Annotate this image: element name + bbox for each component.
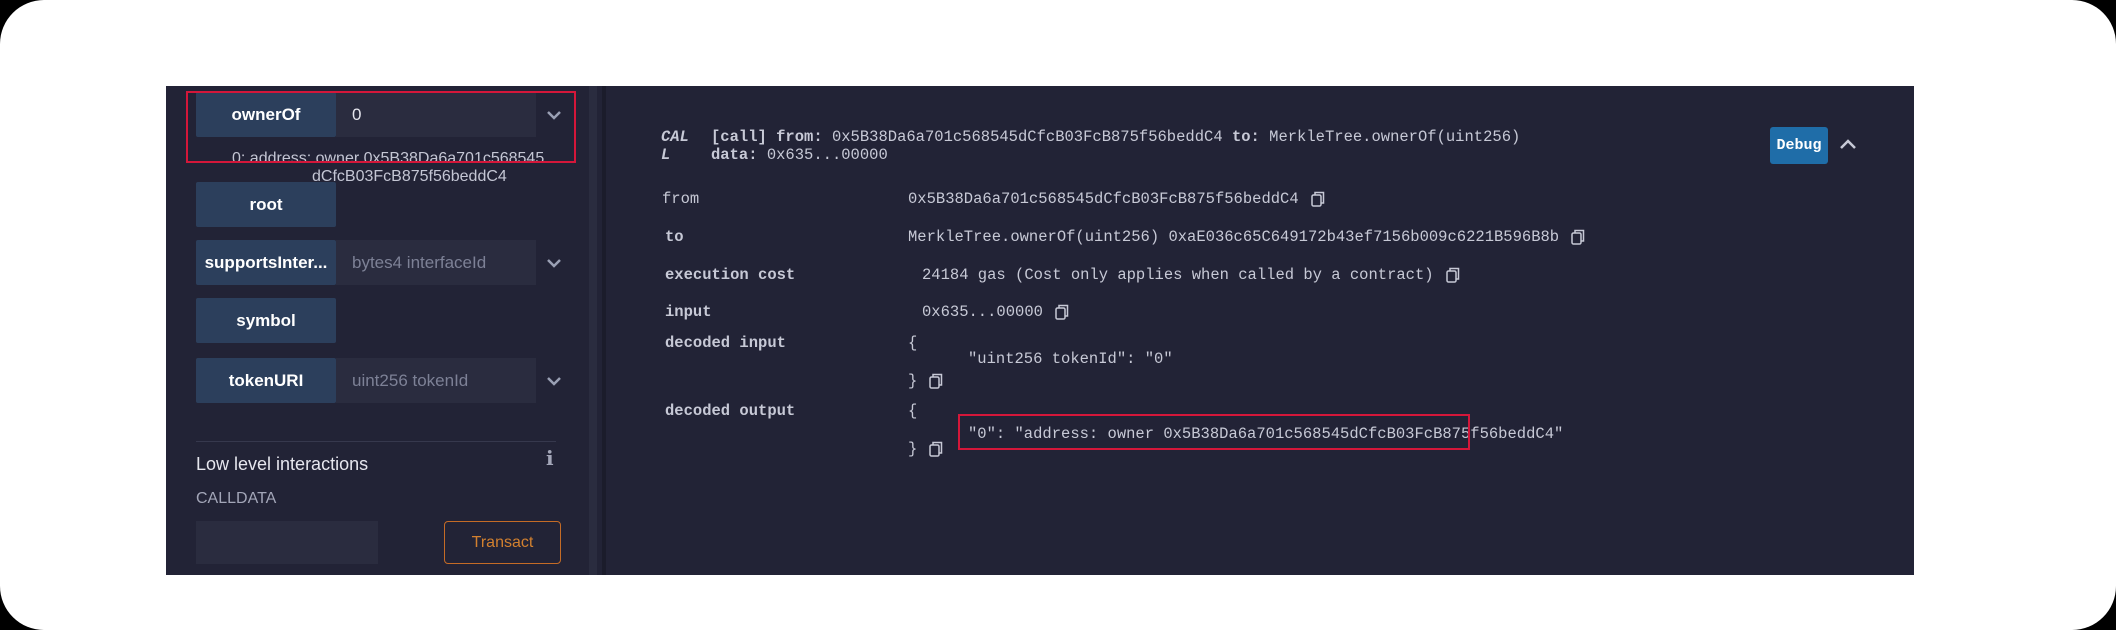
decoded-output-close: } — [908, 440, 918, 458]
decoded-input-key: decoded input — [665, 334, 786, 352]
call-summary[interactable]: [call] from: 0x5B38Da6a701c568545dCfcB03… — [711, 128, 1520, 164]
panel-divider — [602, 86, 606, 575]
decoded-output-open: { — [908, 402, 918, 420]
low-level-interactions-title: Low level interactions — [196, 454, 369, 474]
execution-cost-value: 24184 gas (Cost only applies when called… — [922, 266, 1434, 284]
input-value: 0x635...00000 — [922, 303, 1043, 321]
decoded-input-close: } — [908, 372, 918, 390]
symbol-button[interactable]: symbol — [196, 298, 336, 343]
call-tag-line2: L — [661, 146, 671, 164]
execution-cost-row: 24184 gas (Cost only applies when called… — [922, 266, 1460, 284]
root-button[interactable]: root — [196, 182, 336, 227]
input-key: input — [665, 303, 712, 321]
decoded-output-close-row: } — [908, 440, 943, 458]
call-bracket: [call] — [711, 128, 767, 146]
decoded-output-key: decoded output — [665, 402, 796, 420]
screenshot-frame: ownerOf 0 0: address: owner 0x5B38Da6a70… — [0, 0, 2116, 630]
calldata-input[interactable] — [196, 521, 378, 564]
call-from-keyword: from: — [776, 128, 823, 146]
from-value: 0x5B38Da6a701c568545dCfcB03FcB875f56bedd… — [908, 190, 1299, 208]
copy-icon[interactable] — [1571, 229, 1585, 245]
deployed-contract-panel: ownerOf 0 0: address: owner 0x5B38Da6a70… — [166, 86, 582, 575]
copy-icon[interactable] — [1055, 304, 1069, 320]
supportsInterface-chevron-down-icon[interactable] — [544, 240, 564, 285]
highlight-box-decoded-output — [958, 414, 1470, 450]
decoded-input-close-row: } — [908, 372, 943, 390]
panel-resize-handle[interactable] — [589, 86, 597, 575]
remix-app: ownerOf 0 0: address: owner 0x5B38Da6a70… — [166, 86, 1914, 575]
info-icon[interactable]: i — [546, 446, 554, 470]
terminal-panel: CAL L [call] from: 0x5B38Da6a701c568545d… — [609, 86, 1914, 575]
calldata-label: CALLDATA — [196, 490, 277, 507]
copy-icon[interactable] — [929, 373, 943, 389]
call-to-function: MerkleTree.ownerOf(uint256) — [1269, 128, 1521, 146]
call-tag: CAL L — [661, 128, 689, 164]
section-divider — [196, 441, 556, 442]
copy-icon[interactable] — [929, 441, 943, 457]
chevron-up-icon[interactable] — [1838, 136, 1858, 152]
to-key: to — [665, 228, 684, 246]
transact-button[interactable]: Transact — [444, 521, 561, 564]
highlight-box-owner-result — [186, 91, 576, 163]
from-key: from — [662, 190, 700, 208]
execution-cost-key: execution cost — [665, 266, 796, 284]
call-tag-line1: CAL — [661, 128, 689, 146]
to-value: MerkleTree.ownerOf(uint256) 0xaE036c65C6… — [908, 228, 1560, 246]
call-data-keyword: data: — [711, 146, 758, 164]
copy-icon[interactable] — [1310, 191, 1325, 207]
call-data-value: 0x635...00000 — [766, 146, 888, 164]
decoded-input-body: "uint256 tokenId": "0" — [968, 350, 1173, 368]
tokenURI-chevron-down-icon[interactable] — [544, 358, 564, 403]
tokenURI-button[interactable]: tokenURI — [196, 358, 336, 403]
call-to-keyword: to: — [1231, 128, 1260, 146]
from-value-row: 0x5B38Da6a701c568545dCfcB03FcB875f56bedd… — [908, 190, 1325, 208]
to-value-row: MerkleTree.ownerOf(uint256) 0xaE036c65C6… — [908, 228, 1585, 246]
call-from-address: 0x5B38Da6a701c568545dCfcB03FcB875f56bedd… — [831, 128, 1223, 146]
input-row: 0x635...00000 — [922, 303, 1069, 321]
tokenURI-input[interactable]: uint256 tokenId — [336, 358, 536, 403]
copy-icon[interactable] — [1445, 267, 1460, 283]
supportsInterface-button[interactable]: supportsInter... — [196, 240, 336, 285]
debug-button[interactable]: Debug — [1770, 127, 1828, 164]
supportsInterface-input[interactable]: bytes4 interfaceId — [336, 240, 536, 285]
decoded-input-open: { — [908, 334, 918, 352]
